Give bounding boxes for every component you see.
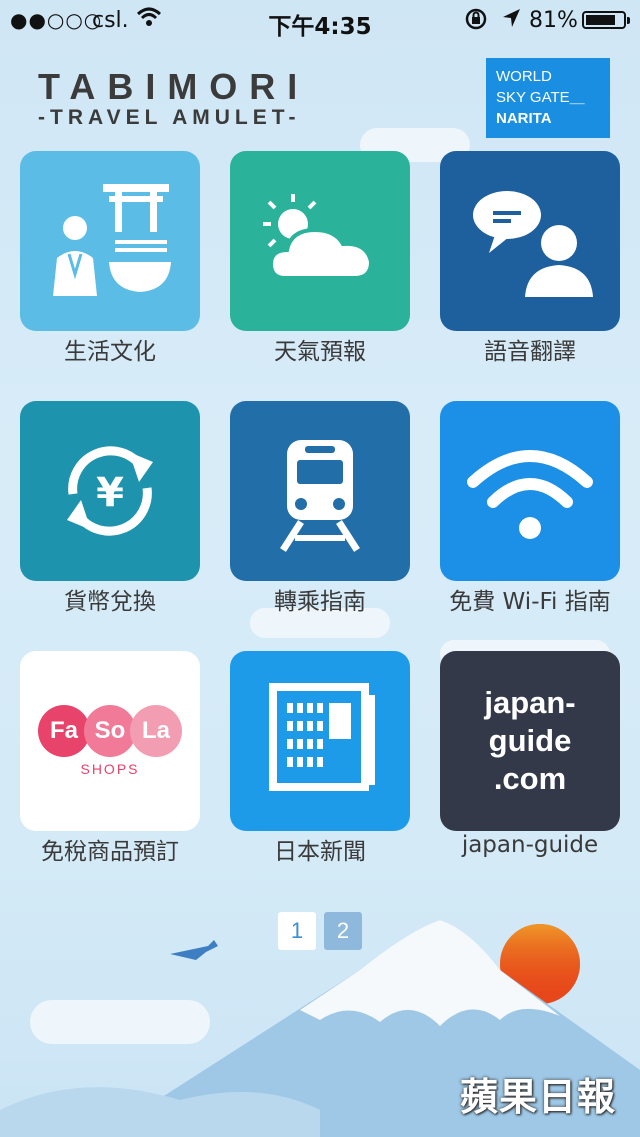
logo-word: So bbox=[84, 705, 136, 757]
logo-sub: SHOPS bbox=[80, 761, 140, 777]
app-label: 生活文化 bbox=[64, 339, 156, 365]
watermark: 蘋果日報 bbox=[460, 1075, 617, 1119]
app-tile-news[interactable] bbox=[230, 651, 410, 831]
logo-line: guide bbox=[488, 723, 572, 758]
narita-logo-badge: WORLD SKY GATE＿ NARITA bbox=[486, 58, 610, 138]
weather-icon bbox=[263, 194, 374, 280]
app-tile-japan-guide[interactable]: japan- guide .com bbox=[440, 651, 620, 831]
battery-percent: 81% bbox=[529, 8, 578, 33]
logo-word: Fa bbox=[38, 705, 90, 757]
svg-text:¥: ¥ bbox=[96, 470, 124, 516]
japan-guide-logo: japan- guide .com bbox=[484, 684, 575, 798]
app-label: japan-guide bbox=[461, 832, 599, 858]
fasola-logo: Fa So La SHOPS bbox=[30, 701, 190, 781]
badge-line: SKY GATE＿ bbox=[496, 89, 585, 106]
badge-line: WORLD bbox=[496, 68, 552, 85]
app-tile-wifi[interactable] bbox=[440, 401, 620, 581]
app-label: 免費 Wi-Fi 指南 bbox=[449, 589, 611, 615]
rotation-lock-icon bbox=[464, 7, 488, 37]
logo-line: japan- bbox=[484, 685, 576, 720]
logo-word: La bbox=[130, 705, 182, 757]
translation-icon bbox=[473, 191, 593, 297]
wifi-icon bbox=[467, 450, 593, 539]
status-bar: ●●○○○ csl. 下午4:35 81% bbox=[0, 0, 640, 40]
app-tile-culture[interactable] bbox=[20, 151, 200, 331]
culture-icon bbox=[53, 184, 171, 296]
badge-line: NARITA bbox=[496, 110, 552, 127]
location-arrow-icon bbox=[500, 6, 522, 36]
newspaper-icon bbox=[269, 683, 375, 791]
airplane-icon bbox=[170, 940, 218, 960]
train-icon bbox=[280, 440, 360, 552]
app-subtitle: -TRAVEL AMULET- bbox=[38, 106, 301, 129]
currency-exchange-icon: ¥ bbox=[67, 446, 153, 536]
app-tile-translation[interactable] bbox=[440, 151, 620, 331]
app-tile-weather[interactable] bbox=[230, 151, 410, 331]
app-label: 天氣預報 bbox=[274, 339, 366, 365]
app-label: 語音翻譯 bbox=[484, 339, 576, 365]
app-tile-currency-exchange[interactable]: ¥ bbox=[20, 401, 200, 581]
app-label: 轉乘指南 bbox=[274, 589, 366, 615]
battery-icon bbox=[582, 11, 630, 29]
app-label: 日本新聞 bbox=[274, 839, 366, 865]
app-label: 免稅商品預訂 bbox=[41, 839, 179, 865]
app-tile-transit[interactable] bbox=[230, 401, 410, 581]
app-tile-duty-free[interactable]: Fa So La SHOPS bbox=[20, 651, 200, 831]
logo-line: .com bbox=[493, 761, 567, 796]
app-label: 貨幣兌換 bbox=[64, 589, 156, 615]
app-title: TABIMORI bbox=[38, 66, 310, 107]
